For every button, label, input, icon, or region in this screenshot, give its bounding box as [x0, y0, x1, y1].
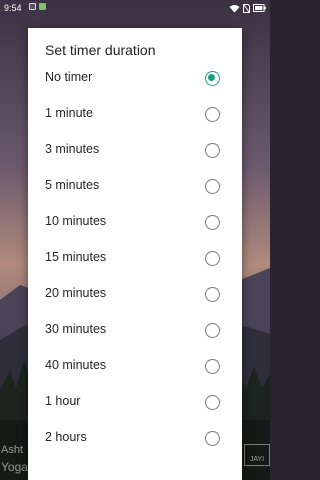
timer-option-label: 20 minutes	[45, 286, 107, 300]
radio-button[interactable]	[205, 431, 220, 446]
timer-duration-dialog: Set timer duration No timer 1 minute 3 min…	[28, 28, 242, 480]
timer-option[interactable]: 15 minutes	[28, 240, 242, 276]
background-badge: JAYI	[244, 444, 270, 466]
timer-option[interactable]: 1 hour	[28, 384, 242, 420]
radio-button[interactable]	[205, 251, 220, 266]
timer-option[interactable]: 3 minutes	[28, 132, 242, 168]
timer-option-label: 10 minutes	[45, 214, 107, 228]
timer-option-label: 5 minutes	[45, 178, 100, 192]
dialog-title: Set timer duration	[45, 42, 156, 58]
radio-button[interactable]	[205, 395, 220, 410]
notification-icon	[39, 3, 46, 10]
timer-option-label: 1 hour	[45, 394, 81, 408]
timer-option[interactable]: 5 minutes	[28, 168, 242, 204]
radio-button[interactable]	[205, 323, 220, 338]
timer-option[interactable]: 2 hours	[28, 420, 242, 456]
radio-button[interactable]	[205, 143, 220, 158]
radio-button[interactable]	[205, 287, 220, 302]
timer-option[interactable]: 20 minutes	[28, 276, 242, 312]
radio-button-checked[interactable]	[205, 71, 220, 86]
status-time: 9:54	[4, 3, 22, 13]
status-bar: 9:54	[0, 0, 270, 18]
timer-option-label: 2 hours	[45, 430, 87, 444]
radio-button[interactable]	[205, 359, 220, 374]
wifi-icon	[229, 4, 240, 12]
timer-option[interactable]: 1 minute	[28, 96, 242, 132]
background-text-line1: Asht	[1, 444, 24, 456]
radio-button[interactable]	[205, 215, 220, 230]
timer-option-label: 3 minutes	[45, 142, 100, 156]
notification-icon	[29, 3, 36, 10]
radio-button[interactable]	[205, 179, 220, 194]
timer-option[interactable]: No timer	[28, 60, 242, 96]
timer-option[interactable]: 30 minutes	[28, 312, 242, 348]
timer-option-label: 40 minutes	[45, 358, 107, 372]
timer-option[interactable]: 40 minutes	[28, 348, 242, 384]
status-icons	[229, 3, 266, 13]
timer-option[interactable]: 10 minutes	[28, 204, 242, 240]
no-sim-icon	[243, 3, 250, 13]
timer-option-label: No timer	[45, 70, 93, 84]
radio-button[interactable]	[205, 107, 220, 122]
timer-option-label: 1 minute	[45, 106, 93, 120]
battery-icon	[253, 4, 266, 12]
timer-option-label: 15 minutes	[45, 250, 107, 264]
timer-option-label: 30 minutes	[45, 322, 107, 336]
